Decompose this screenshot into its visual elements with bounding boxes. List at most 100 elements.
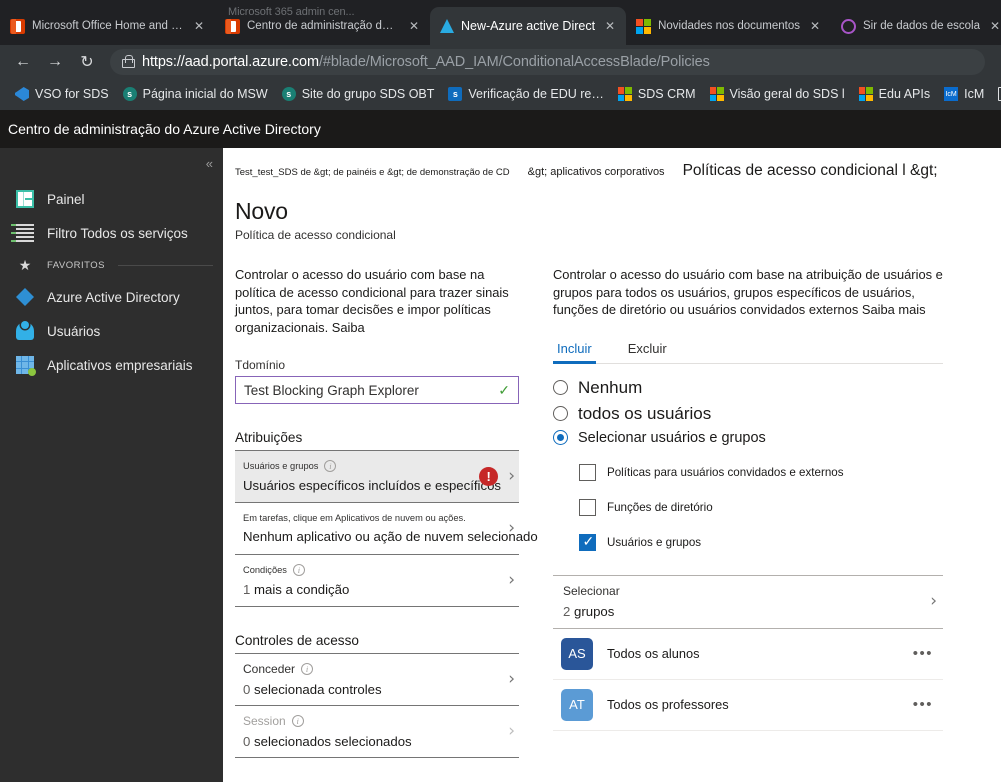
checkbox-usuarios-e-grupos[interactable]: Usuários e grupos [553,533,943,551]
close-icon[interactable]: ✕ [191,18,207,34]
radio-option-todos-os-usuarios[interactable]: todos os usuários [553,404,943,424]
row-content: Usuários e grupos i Usuários específicos… [243,459,501,493]
sidebar-item-azure-active-directory[interactable]: Azure Active Directory [0,280,223,314]
radio-icon[interactable] [553,406,568,421]
browser-tab-0[interactable]: Microsoft Office Home and Student 2010 ✕ [0,7,215,45]
checkbox-icon[interactable] [579,463,596,481]
collapse-sidebar-icon[interactable]: « [206,156,213,171]
checkbox-label: Funções de diretório [607,500,713,514]
bookmark-verificacao-edu[interactable]: s Verificação de EDU re… [441,87,610,101]
info-icon[interactable]: i [324,459,337,472]
chevron-right-icon[interactable]: › [500,721,515,741]
sharepoint-icon: s [281,87,296,101]
chevron-right-icon[interactable]: › [922,591,937,611]
url-host: https://aad.portal.azure.com [142,53,319,70]
users-and-groups-panel: Controlar o acesso do usuário com base n… [543,266,943,758]
select-groups-row[interactable]: Selecionar 2 grupos › [553,574,943,629]
checkbox-icon-checked[interactable] [579,533,596,551]
sidebar-item-aplicativos-empresariais[interactable]: Aplicativos empresariais [0,348,223,382]
row-header: Em tarefas, clique em Aplicativos de nuv… [243,513,500,523]
assignment-row-users-and-groups[interactable]: Usuários e grupos i Usuários específicos… [235,451,519,503]
bookmark-edu-apis[interactable]: Edu APIs [852,87,937,101]
more-options-icon[interactable]: ••• [913,696,933,713]
domain-field[interactable]: Test Blocking Graph Explorer ✓ [235,376,519,404]
breadcrumb: Test_test_SDS de &gt; de painéis e &gt; … [223,162,1001,188]
info-icon[interactable]: i [291,714,304,727]
row-count: 0 [243,681,251,697]
close-icon[interactable]: ✕ [987,18,1001,34]
sidebar-item-painel[interactable]: Painel [0,182,223,216]
row-label: Em tarefas, clique em Aplicativos de nuv… [243,512,466,523]
chevron-right-icon[interactable]: › [500,466,515,486]
breadcrumb-item-1[interactable]: Test_test_SDS de &gt; de painéis e &gt; … [235,167,510,178]
more-options-icon[interactable]: ••• [913,645,933,662]
select-label: Selecionar [563,583,620,598]
sidebar-item-label: Aplicativos empresariais [47,357,193,373]
columns: Controlar o acesso do usuário com base n… [223,266,1001,758]
bookmark-pagar[interactable]: Pagar [991,87,1001,101]
bookmark-label: Site do grupo SDS OBT [301,87,435,101]
row-header: Session i [243,714,500,728]
forward-button[interactable]: → [40,48,70,76]
radio-icon[interactable] [553,380,568,395]
info-icon[interactable]: i [292,563,305,576]
tab-ghost-title: Microsoft 365 admin cen... [228,6,355,18]
bookmark-vso-for-sds[interactable]: VSO for SDS [8,87,116,101]
sharepoint-blue-icon: s [448,87,463,101]
control-row-session[interactable]: Session i 0 selecionados selecionados › [235,706,519,758]
browser-tab-2[interactable]: New-Azure active Direct ✕ [430,7,627,45]
checkbox-label: Usuários e grupos [607,535,702,549]
browser-tab-3[interactable]: Novidades nos documentos ✕ [626,7,831,45]
page-subtitle: Política de acesso condicional [235,228,396,242]
radio-option-selecionar-usuarios-e-grupos[interactable]: Selecionar usuários e grupos [553,430,943,446]
chevron-right-icon[interactable]: › [500,518,515,538]
radio-icon-selected[interactable] [553,430,568,445]
sidebar-item-todos-os-servicos[interactable]: Filtro Todos os serviços [0,216,223,250]
sidebar-item-label: Painel [47,191,85,207]
row-label: Conceder [243,661,296,676]
list-item[interactable]: AS Todos os alunos ••• [553,629,943,680]
bookmark-site-grupo-sds-obt[interactable]: s Site do grupo SDS OBT [275,87,442,101]
sidebar-item-label: Azure Active Directory [47,289,180,305]
assignment-row-conditions[interactable]: Condições i 1 mais a condição › [235,555,519,607]
bookmark-sds-crm[interactable]: SDS CRM [611,87,703,101]
tab-excluir[interactable]: Excluir [624,337,671,363]
control-row-grant[interactable]: Conceder i 0 selecionada controles › [235,654,519,706]
breadcrumb-item-3[interactable]: Políticas de acesso condicional l &gt; [683,162,938,180]
panel-description: Controlar o acesso do usuário com base n… [553,267,943,317]
portal-header: Centro de administração do Azure Active … [0,110,1001,148]
portal-header-title: Centro de administração do Azure Active … [8,121,321,137]
checkbox-funcoes-de-diretorio[interactable]: Funções de diretório [553,498,943,516]
filter-icon [16,224,34,242]
bookmark-pagina-inicial-msw[interactable]: s Página inicial do MSW [116,87,275,101]
breadcrumb-item-2[interactable]: &gt; aplicativos corporativos [528,166,665,178]
checkbox-politicas-convidados[interactable]: Políticas para usuários convidados e ext… [553,463,943,481]
bookmark-icm[interactable]: IcM IcM [937,87,991,101]
row-value-text: selecionada controles [254,681,382,697]
chevron-right-icon[interactable]: › [500,669,515,689]
browser-tab-4[interactable]: Sir de dados de escola ✕ [831,7,1001,45]
bookmark-label: Visão geral do SDS l [729,87,845,101]
radio-option-nenhum[interactable]: Nenhum [553,378,943,398]
close-icon[interactable]: ✕ [406,18,422,34]
checkbox-icon[interactable] [579,498,596,516]
bookmark-visao-geral-sds[interactable]: Visão geral do SDS l [703,87,852,101]
tab-incluir[interactable]: Incluir [553,337,596,364]
row-value: 1 mais a condição [243,582,500,597]
close-icon[interactable]: ✕ [602,18,618,34]
star-icon: ★ [18,257,32,273]
sidebar-item-usuarios[interactable]: Usuários [0,314,223,348]
list-item[interactable]: AT Todos os professores ••• [553,680,943,731]
info-icon[interactable]: i [301,662,314,675]
chevron-right-icon[interactable]: › [500,570,515,590]
row-label: Condições [243,564,287,575]
sidebar-item-label: Usuários [47,323,101,339]
bookmark-label: VSO for SDS [35,87,109,101]
row-value-text: mais a condição [254,581,350,597]
close-icon[interactable]: ✕ [807,18,823,34]
back-button[interactable]: ← [8,48,38,76]
reload-button[interactable]: ↻ [72,48,102,76]
assignment-row-cloud-apps[interactable]: Em tarefas, clique em Aplicativos de nuv… [235,503,538,555]
row-content: Selecionar 2 grupos [563,584,922,619]
address-bar[interactable]: https://aad.portal.azure.com/#blade/Micr… [110,48,985,75]
